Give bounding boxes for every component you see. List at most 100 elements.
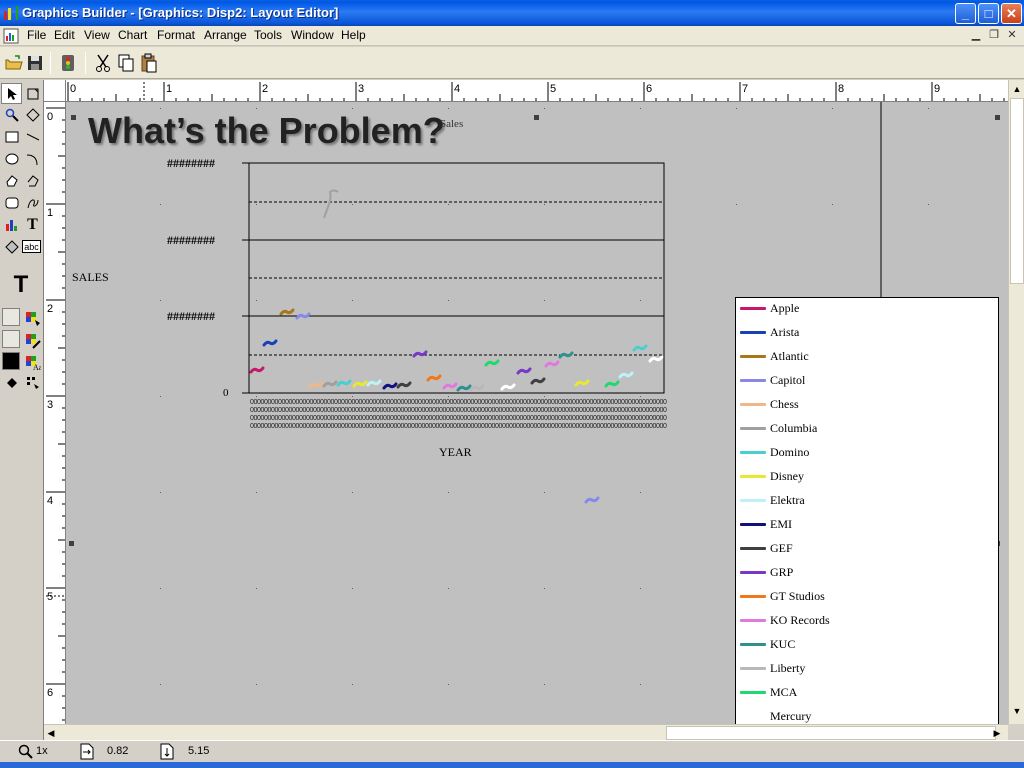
line-color-tool[interactable] [22, 330, 43, 351]
restore-icon: □ [984, 6, 993, 21]
scroll-right-icon[interactable]: ▶ [990, 726, 1004, 740]
zoom-level: 1x [36, 745, 48, 757]
mdi-restore-icon[interactable]: ❐ [986, 28, 1002, 43]
reshape-tool[interactable] [22, 104, 43, 125]
arc-tool[interactable] [22, 148, 43, 169]
scroll-up-icon[interactable]: ▲ [1010, 82, 1024, 96]
menu-view[interactable]: View [82, 28, 112, 42]
x-tick-label: 0 [663, 423, 667, 430]
ellipse-tool[interactable] [1, 148, 22, 169]
mdi-minimize-icon[interactable]: ▁ [968, 28, 984, 43]
grid-dot [640, 108, 641, 109]
legend-entry: Columbia [740, 419, 817, 437]
freehand-tool[interactable] [22, 192, 43, 213]
text-field-tool[interactable]: abc [22, 240, 41, 253]
legend-entry: Apple [740, 299, 799, 317]
grid-dot [736, 204, 737, 205]
fill-color-tool[interactable] [22, 308, 43, 329]
magnify-tool[interactable] [1, 104, 22, 125]
pattern-tool[interactable] [22, 372, 43, 393]
frame-tool[interactable] [1, 236, 22, 257]
fill-color-swatch[interactable] [2, 308, 20, 326]
scroll-down-icon[interactable]: ▼ [1010, 704, 1024, 718]
menu-edit[interactable]: Edit [52, 28, 77, 42]
series-mark [396, 381, 412, 389]
x-axis-label: YEAR [439, 445, 472, 459]
legend-label: Liberty [770, 660, 806, 675]
vertical-ruler-ticks: 0 1 2 3 4 5 6 [46, 107, 65, 721]
text-color-swatch[interactable] [2, 352, 20, 370]
paste-icon[interactable] [138, 52, 160, 74]
polyline-tool[interactable] [22, 170, 43, 191]
y-tick-label: ######## [167, 156, 215, 170]
open-icon[interactable] [3, 52, 25, 74]
text-tool[interactable]: T [22, 214, 43, 235]
menu-tools[interactable]: Tools [252, 28, 284, 42]
select-tool[interactable] [1, 83, 22, 104]
line-color-swatch[interactable] [2, 330, 20, 348]
ruler-label: 5 [47, 591, 53, 603]
rotate-tool[interactable] [22, 83, 43, 104]
document-icon[interactable] [3, 28, 19, 44]
selection-handle[interactable] [534, 115, 539, 120]
line-style-tool[interactable] [1, 372, 22, 393]
mdi-close-icon[interactable]: ✕ [1004, 28, 1020, 43]
chart-title: Sales [440, 118, 464, 130]
horizontal-scroll-thumb[interactable] [666, 726, 996, 740]
series-mark [426, 374, 442, 382]
legend-entry: EMI [740, 515, 792, 533]
legend-entry: Atlantic [740, 347, 809, 365]
toolbar [0, 47, 1024, 79]
series-mark [632, 344, 648, 352]
menu-chart[interactable]: Chart [116, 28, 149, 42]
chart-tool[interactable] [1, 214, 22, 235]
menu-help[interactable]: Help [339, 28, 368, 42]
selection-handle[interactable] [69, 541, 74, 546]
legend-swatch [740, 714, 766, 718]
menu-window[interactable]: Window [289, 28, 336, 42]
x-tick-label: 0 [663, 407, 667, 414]
pencil-icon [25, 333, 41, 349]
series-mark [544, 360, 560, 368]
series-mark [336, 379, 352, 387]
layout-canvas[interactable]: 0000000000000000000000000000000000000000… [66, 102, 1008, 724]
font-icon: T [13, 271, 29, 298]
save-icon[interactable] [24, 52, 46, 74]
legend-label: GT Studios [770, 588, 825, 603]
polygon-tool[interactable] [1, 170, 22, 191]
tool-palette: T abc T Aa [0, 80, 44, 740]
rectangle-tool[interactable] [1, 126, 22, 147]
legend-label: Elektra [770, 492, 805, 507]
grid-dot [352, 204, 353, 205]
horizontal-scrollbar[interactable]: ◀ ▶ [44, 724, 1008, 740]
legend-swatch [740, 618, 766, 622]
font-tool[interactable]: T [6, 270, 36, 300]
grid-dot [448, 396, 449, 397]
menu-file[interactable]: File [25, 28, 48, 42]
grid-dot [928, 204, 929, 205]
slide-heading[interactable]: What’s the Problem? [88, 110, 445, 152]
rounded-rectangle-tool[interactable] [1, 192, 22, 213]
series-mark [584, 496, 600, 504]
menu-format[interactable]: Format [155, 28, 197, 42]
selection-handle[interactable] [995, 115, 1000, 120]
line-tool[interactable] [22, 126, 43, 147]
copy-icon[interactable] [115, 52, 137, 74]
close-button[interactable]: ✕ [1001, 3, 1022, 24]
menu-arrange[interactable]: Arrange [202, 28, 249, 42]
vertical-scrollbar[interactable]: ▲ ▼ [1008, 80, 1024, 724]
text-color-tool[interactable]: Aa [22, 352, 43, 373]
chart-legend[interactable]: Apple Arista Atlantic Capitol Chess Columbia D… [735, 297, 999, 724]
minimize-button[interactable]: _ [955, 3, 976, 24]
vertical-scroll-thumb[interactable] [1010, 98, 1024, 284]
grid-dot [256, 684, 257, 685]
selection-handle[interactable] [71, 115, 76, 120]
scroll-left-icon[interactable]: ◀ [44, 726, 58, 740]
grid-dot [736, 108, 737, 109]
run-icon[interactable] [57, 52, 79, 74]
legend-entry: Capitol [740, 371, 805, 389]
grid-dot [544, 204, 545, 205]
restore-button[interactable]: □ [978, 3, 999, 24]
cut-icon[interactable] [92, 52, 114, 74]
legend-entry: GT Studios [740, 587, 825, 605]
